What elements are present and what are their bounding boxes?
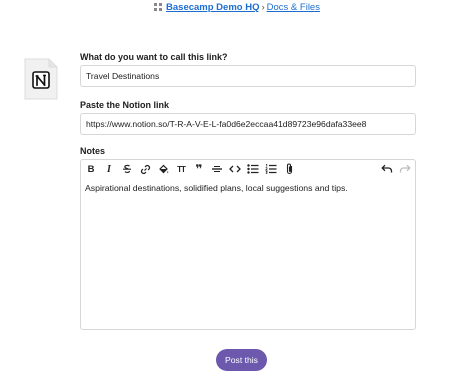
attachment-icon[interactable] <box>281 161 297 177</box>
breadcrumb-separator: › <box>261 2 265 13</box>
link-label: Paste the Notion link <box>80 100 170 110</box>
code-icon[interactable] <box>227 161 243 177</box>
numbered-list-icon[interactable] <box>263 161 279 177</box>
heading-button[interactable]: TT <box>173 161 189 177</box>
link-icon[interactable] <box>137 161 153 177</box>
notes-text[interactable]: Aspirational destinations, solidified pl… <box>85 183 348 193</box>
divider-icon[interactable] <box>209 161 225 177</box>
breadcrumb: Basecamp Demo HQ › Docs & Files <box>0 2 474 14</box>
notes-label: Notes <box>80 146 106 156</box>
title-label: What do you want to call this link? <box>80 52 228 62</box>
undo-icon[interactable] <box>379 161 395 177</box>
redo-icon[interactable] <box>397 161 413 177</box>
notion-link-input[interactable]: https://www.notion.so/T-R-A-V-E-L-fa0d6e… <box>80 113 416 135</box>
project-grid-icon <box>154 3 163 11</box>
post-button[interactable]: Post this <box>216 349 267 371</box>
title-input[interactable]: Travel Destinations <box>80 65 416 87</box>
highlight-icon[interactable] <box>155 161 171 177</box>
bold-button[interactable]: B <box>83 161 99 177</box>
breadcrumb-section-link[interactable]: Docs & Files <box>267 2 320 13</box>
breadcrumb-project-link[interactable]: Basecamp Demo HQ <box>166 2 259 13</box>
editor-toolbar: B I TT ❞ <box>81 160 415 178</box>
strikethrough-icon[interactable] <box>119 161 135 177</box>
bulleted-list-icon[interactable] <box>245 161 261 177</box>
notes-editor[interactable]: B I TT ❞ Aspirational destinations, soli… <box>80 159 416 330</box>
quote-button[interactable]: ❞ <box>191 161 207 177</box>
notion-logo-icon <box>24 58 58 100</box>
italic-button[interactable]: I <box>101 161 117 177</box>
